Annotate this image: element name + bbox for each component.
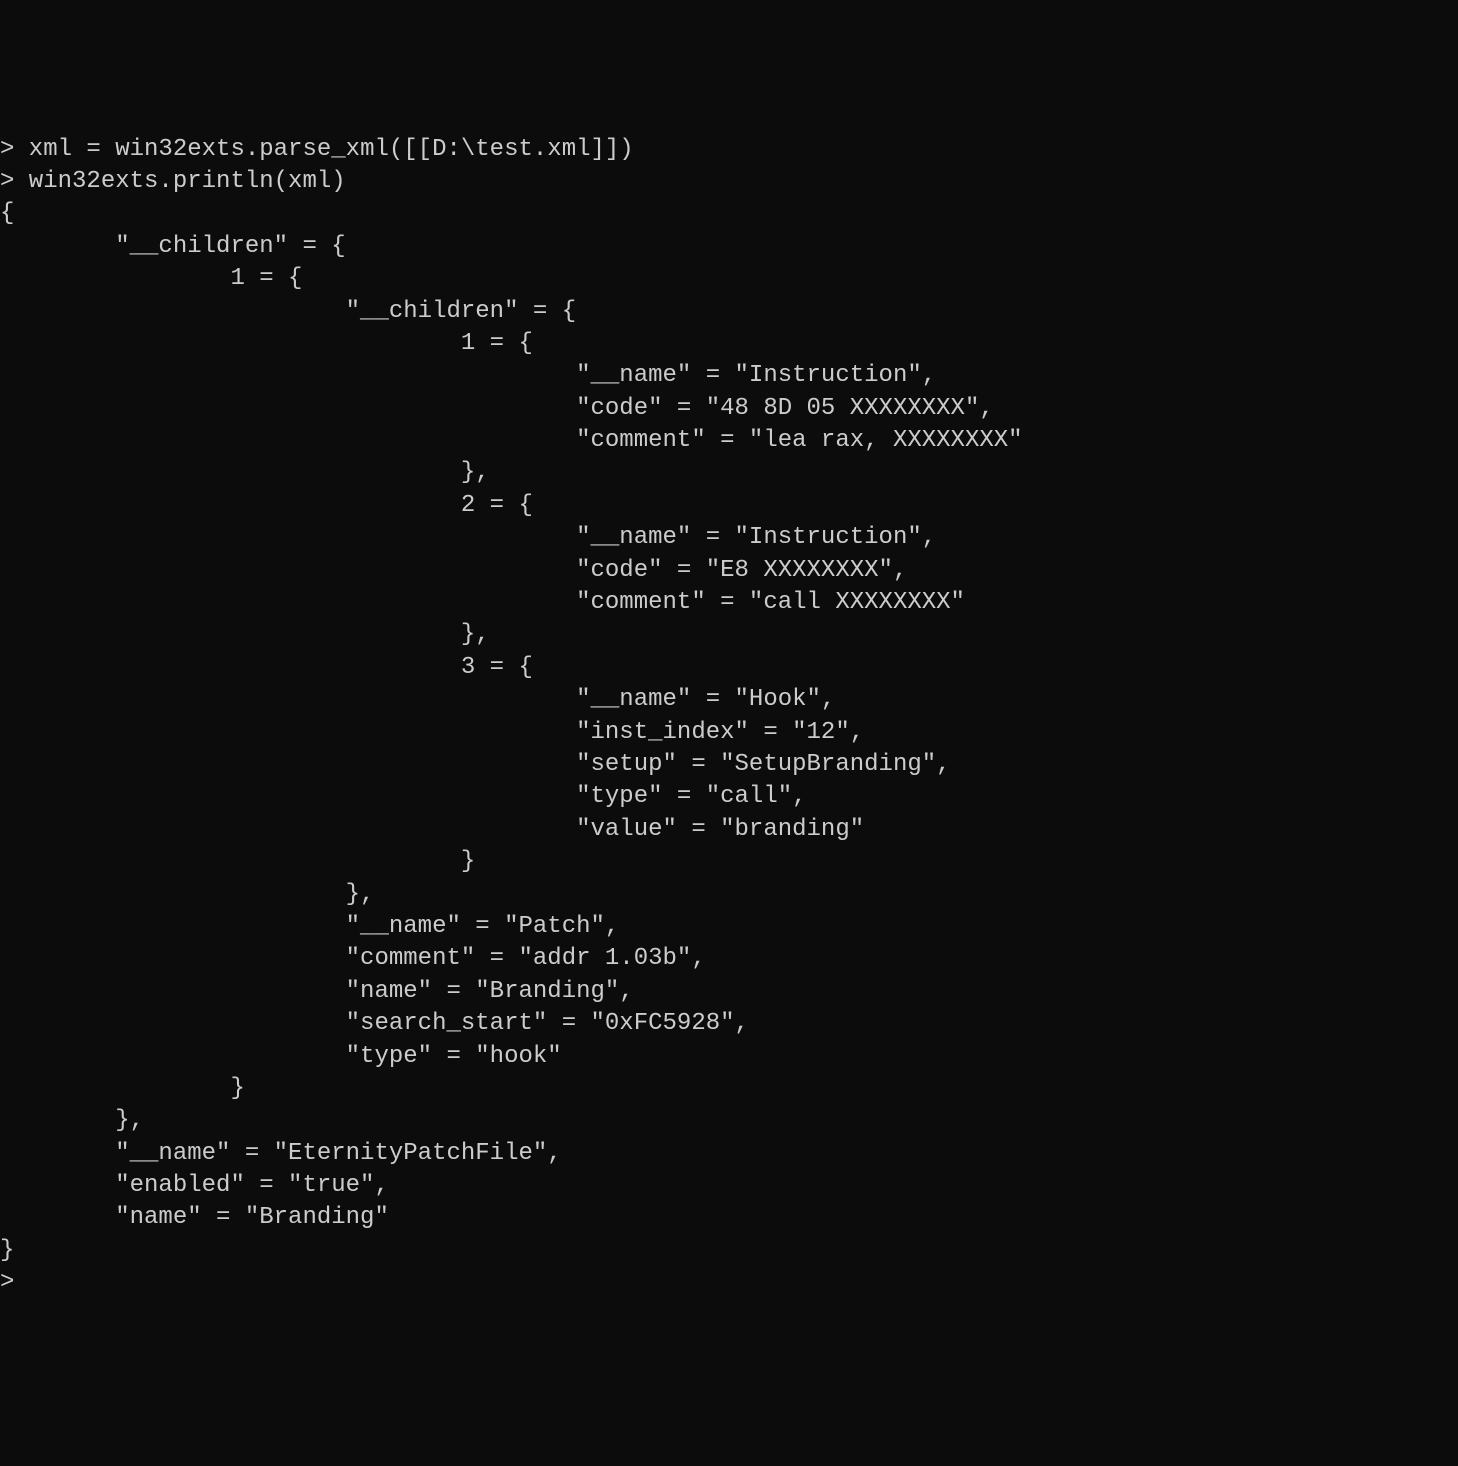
prompt-char: > <box>0 136 14 163</box>
output-line: { <box>0 198 1458 230</box>
output-line: "__name" = "Instruction", <box>0 522 1458 554</box>
terminal-output: > xml = win32exts.parse_xml([[D:\test.xm… <box>0 134 1458 1300</box>
output-line: } <box>0 1073 1458 1105</box>
prompt-line[interactable]: > <box>0 1267 1458 1299</box>
output-line: "code" = "48 8D 05 XXXXXXXX", <box>0 393 1458 425</box>
output-line: 2 = { <box>0 490 1458 522</box>
input-line-2: > win32exts.println(xml) <box>0 166 1458 198</box>
output-line: }, <box>0 879 1458 911</box>
output-line: } <box>0 1235 1458 1267</box>
output-line: "comment" = "call XXXXXXXX" <box>0 587 1458 619</box>
input-line-1: > xml = win32exts.parse_xml([[D:\test.xm… <box>0 134 1458 166</box>
output-line: } <box>0 846 1458 878</box>
output-line: "value" = "branding" <box>0 814 1458 846</box>
output-line: "__children" = { <box>0 296 1458 328</box>
output-line: "comment" = "addr 1.03b", <box>0 943 1458 975</box>
command-text: win32exts.println(xml) <box>14 168 345 195</box>
output-line: }, <box>0 619 1458 651</box>
prompt-char: > <box>0 1269 14 1296</box>
output-line: 1 = { <box>0 263 1458 295</box>
output-line: "__name" = "Hook", <box>0 684 1458 716</box>
output-line: "code" = "E8 XXXXXXXX", <box>0 555 1458 587</box>
output-line: "name" = "Branding" <box>0 1202 1458 1234</box>
prompt-char: > <box>0 168 14 195</box>
output-line: "name" = "Branding", <box>0 976 1458 1008</box>
output-line: "type" = "hook" <box>0 1041 1458 1073</box>
output-line: }, <box>0 1105 1458 1137</box>
output-line: 1 = { <box>0 328 1458 360</box>
output-line: "comment" = "lea rax, XXXXXXXX" <box>0 425 1458 457</box>
output-line: "enabled" = "true", <box>0 1170 1458 1202</box>
output-line: 3 = { <box>0 652 1458 684</box>
output-line: "setup" = "SetupBranding", <box>0 749 1458 781</box>
output-line: "inst_index" = "12", <box>0 717 1458 749</box>
output-line: "__name" = "Patch", <box>0 911 1458 943</box>
output-line: "__name" = "EternityPatchFile", <box>0 1138 1458 1170</box>
command-text: xml = win32exts.parse_xml([[D:\test.xml]… <box>14 136 633 163</box>
output-line: "__name" = "Instruction", <box>0 360 1458 392</box>
output-line: }, <box>0 457 1458 489</box>
output-line: "__children" = { <box>0 231 1458 263</box>
output-line: "search_start" = "0xFC5928", <box>0 1008 1458 1040</box>
output-line: "type" = "call", <box>0 781 1458 813</box>
